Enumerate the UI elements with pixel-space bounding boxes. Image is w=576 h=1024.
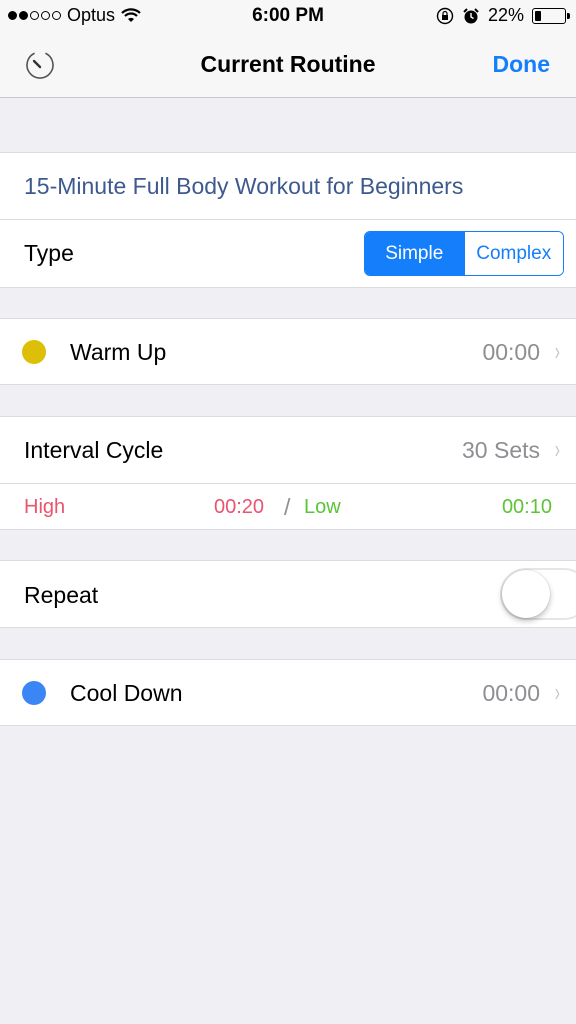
interval-section: Interval Cycle 30 Sets › High 00:20 / Lo… xyxy=(0,416,576,530)
interval-detail-row[interactable]: High 00:20 / Low 00:10 xyxy=(0,484,576,530)
warm-up-label: Warm Up xyxy=(70,339,167,365)
status-bar: Optus 6:00 PM 22% xyxy=(0,0,576,32)
type-segmented-control[interactable]: Simple Complex xyxy=(364,231,564,276)
high-value[interactable]: 00:20 xyxy=(214,496,264,519)
segment-simple[interactable]: Simple xyxy=(365,232,464,275)
warm-up-value: 00:00 xyxy=(482,339,540,365)
high-label: High xyxy=(24,496,66,518)
cool-down-color-dot xyxy=(22,681,46,705)
repeat-toggle[interactable] xyxy=(500,568,576,620)
rotation-lock-icon xyxy=(436,7,454,24)
cool-down-label: Cool Down xyxy=(70,680,183,706)
routine-name-row[interactable]: 15-Minute Full Body Workout for Beginner… xyxy=(0,153,576,219)
chevron-right-icon: › xyxy=(555,677,561,707)
status-right: 22% xyxy=(436,5,570,26)
warm-up-color-dot xyxy=(22,340,46,364)
interval-cycle-row[interactable]: Interval Cycle 30 Sets › xyxy=(0,417,576,483)
chevron-right-icon: › xyxy=(555,336,561,366)
battery-percent: 22% xyxy=(487,5,524,25)
interval-sets-value: 30 Sets xyxy=(462,437,540,463)
alarm-icon xyxy=(463,7,479,23)
repeat-label: Repeat xyxy=(24,582,99,608)
battery-icon xyxy=(532,7,570,24)
cool-down-row[interactable]: Cool Down 00:00 › xyxy=(0,659,576,726)
navigation-bar: Current Routine Done xyxy=(0,32,576,98)
interval-divider: / xyxy=(284,494,291,520)
type-row: Type Simple Complex xyxy=(0,220,576,288)
repeat-row: Repeat xyxy=(0,560,576,628)
warm-up-row[interactable]: Warm Up 00:00 › xyxy=(0,318,576,385)
interval-cycle-label: Interval Cycle xyxy=(24,437,164,463)
cool-down-value: 00:00 xyxy=(482,680,540,706)
routine-info-section: 15-Minute Full Body Workout for Beginner… xyxy=(0,152,576,288)
low-value[interactable]: 00:10 xyxy=(502,496,552,519)
battery-fill xyxy=(535,10,542,21)
type-label: Type xyxy=(24,240,74,266)
done-button[interactable]: Done xyxy=(493,51,551,78)
low-label: Low xyxy=(304,496,341,518)
toggle-knob xyxy=(502,570,550,618)
page-title: Current Routine xyxy=(200,51,376,77)
segment-complex[interactable]: Complex xyxy=(463,232,563,275)
routine-name-field[interactable]: 15-Minute Full Body Workout for Beginner… xyxy=(24,173,463,200)
chevron-right-icon: › xyxy=(555,434,561,464)
